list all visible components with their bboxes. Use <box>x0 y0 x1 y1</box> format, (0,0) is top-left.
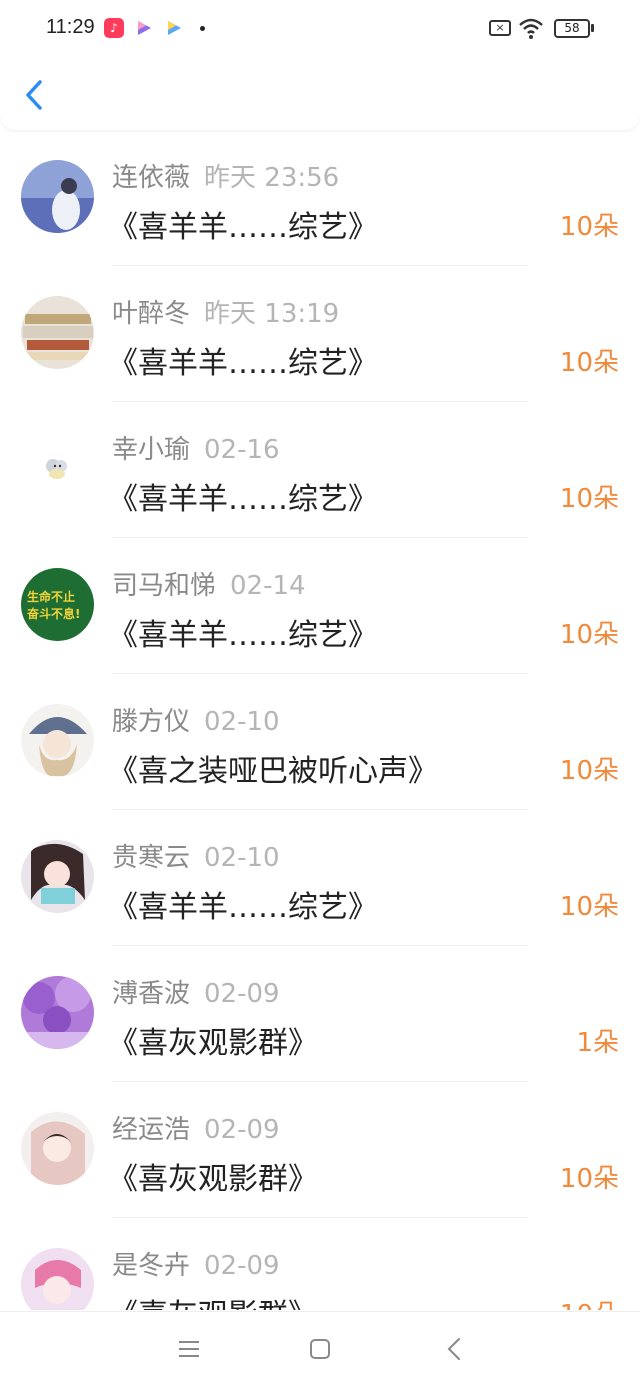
send-time: 02-09 <box>204 1251 280 1281</box>
work-title: 《喜灰观影群》 <box>108 1290 318 1310</box>
send-time: 昨天 13:19 <box>204 299 340 329</box>
user-line: 叶醉冬 昨天 13:19 <box>112 293 339 330</box>
user-name: 是冬卉 <box>112 1251 191 1281</box>
user-name: 贵寒云 <box>112 843 191 873</box>
chevron-left-icon <box>26 80 42 110</box>
avatar[interactable] <box>21 704 94 777</box>
menu-button[interactable] <box>174 1334 204 1364</box>
user-line: 滕方仪 02-10 <box>112 701 280 738</box>
work-title: 《喜羊羊……综艺》 <box>108 210 378 245</box>
gift-count: 10朵 <box>559 756 619 786</box>
user-line: 幸小瑜 02-16 <box>112 429 280 466</box>
user-name: 连依薇 <box>112 163 191 193</box>
avatar[interactable] <box>21 976 94 1049</box>
list-item[interactable]: 是冬卉 02-09 《喜灰观影群》 10朵 <box>0 1218 640 1310</box>
avatar[interactable] <box>21 840 94 913</box>
send-time: 昨天 23:56 <box>204 163 340 193</box>
menu-icon <box>179 1341 199 1357</box>
notification-dot <box>200 26 205 31</box>
status-time: 11:29 <box>46 16 95 38</box>
list-item[interactable]: 连依薇 昨天 23:56 《喜羊羊……综艺》 10朵 <box>0 130 640 266</box>
gift-count: 10朵 <box>559 212 619 242</box>
gift-count: 1朵 <box>576 1028 619 1058</box>
avatar-text-1: 生命不止 <box>27 589 75 604</box>
home-button[interactable] <box>305 1334 335 1364</box>
video-app-icon-2 <box>164 18 184 38</box>
list-item[interactable]: 滕方仪 02-10 《喜之装哑巴被听心声》 10朵 <box>0 674 640 810</box>
avatar[interactable] <box>21 160 94 233</box>
send-time: 02-16 <box>204 435 280 465</box>
user-line: 司马和悌 02-14 <box>112 565 306 602</box>
work-title: 《喜羊羊……综艺》 <box>108 618 378 653</box>
send-time: 02-14 <box>230 571 306 601</box>
avatar[interactable]: 生命不止 奋斗不息! <box>21 568 94 641</box>
back-button[interactable] <box>18 74 54 116</box>
list-item[interactable]: 幸小瑜 02-16 《喜羊羊……综艺》 10朵 <box>0 402 640 538</box>
gift-count: 10朵 <box>559 348 619 378</box>
user-line: 溥香波 02-09 <box>112 973 280 1010</box>
work-title: 《喜灰观影群》 <box>108 1162 318 1197</box>
avatar[interactable] <box>21 1248 94 1310</box>
no-sim-icon: × <box>489 20 511 36</box>
send-time: 02-10 <box>204 843 280 873</box>
gift-record-list: 连依薇 昨天 23:56 《喜羊羊……综艺》 10朵 叶醉冬 昨天 13:19 《喜… <box>0 130 640 1310</box>
user-line: 连依薇 昨天 23:56 <box>112 157 339 194</box>
battery-indicator: 58 <box>554 19 590 38</box>
list-item[interactable]: 溥香波 02-09 《喜灰观影群》 1朵 <box>0 946 640 1082</box>
gift-count: 10朵 <box>559 892 619 922</box>
user-name: 溥香波 <box>112 979 191 1009</box>
user-name: 叶醉冬 <box>112 299 191 329</box>
user-name: 司马和悌 <box>112 571 217 601</box>
home-icon <box>310 1339 330 1359</box>
system-back-button[interactable] <box>440 1334 470 1364</box>
tiktok-icon: ♪ <box>104 18 124 38</box>
work-title: 《喜羊羊……综艺》 <box>108 346 378 381</box>
work-title: 《喜羊羊……综艺》 <box>108 482 378 517</box>
user-line: 贵寒云 02-10 <box>112 837 280 874</box>
work-title: 《喜灰观影群》 <box>108 1026 318 1061</box>
send-time: 02-09 <box>204 1115 280 1145</box>
wifi-icon <box>518 16 544 40</box>
avatar[interactable] <box>21 296 94 369</box>
send-time: 02-09 <box>204 979 280 1009</box>
send-time: 02-10 <box>204 707 280 737</box>
top-nav-bar <box>0 60 640 130</box>
gift-count: 10朵 <box>559 1164 619 1194</box>
list-item[interactable]: 经运浩 02-09 《喜灰观影群》 10朵 <box>0 1082 640 1218</box>
video-app-icon <box>134 18 154 38</box>
user-name: 经运浩 <box>112 1115 191 1145</box>
battery-tip <box>591 24 594 32</box>
list-item[interactable]: 贵寒云 02-10 《喜羊羊……综艺》 10朵 <box>0 810 640 946</box>
gift-count: 10朵 <box>559 620 619 650</box>
list-item[interactable]: 叶醉冬 昨天 13:19 《喜羊羊……综艺》 10朵 <box>0 266 640 402</box>
gift-count: 10朵 <box>559 484 619 514</box>
work-title: 《喜之装哑巴被听心声》 <box>108 754 438 789</box>
user-line: 经运浩 02-09 <box>112 1109 280 1146</box>
user-name: 滕方仪 <box>112 707 191 737</box>
user-name: 幸小瑜 <box>112 435 191 465</box>
gift-count: 10朵 <box>560 1294 619 1310</box>
status-bar: 11:29 ♪ × 58 <box>0 0 640 60</box>
list-item[interactable]: 生命不止 奋斗不息! 司马和悌 02-14 《喜羊羊……综艺》 10朵 <box>0 538 640 674</box>
avatar[interactable] <box>21 432 94 505</box>
avatar[interactable] <box>21 1112 94 1185</box>
avatar-text-2: 奋斗不息! <box>26 606 80 621</box>
work-title: 《喜羊羊……综艺》 <box>108 890 378 925</box>
back-icon <box>447 1338 460 1360</box>
user-line: 是冬卉 02-09 <box>112 1245 280 1282</box>
system-navigation-bar <box>0 1311 640 1387</box>
